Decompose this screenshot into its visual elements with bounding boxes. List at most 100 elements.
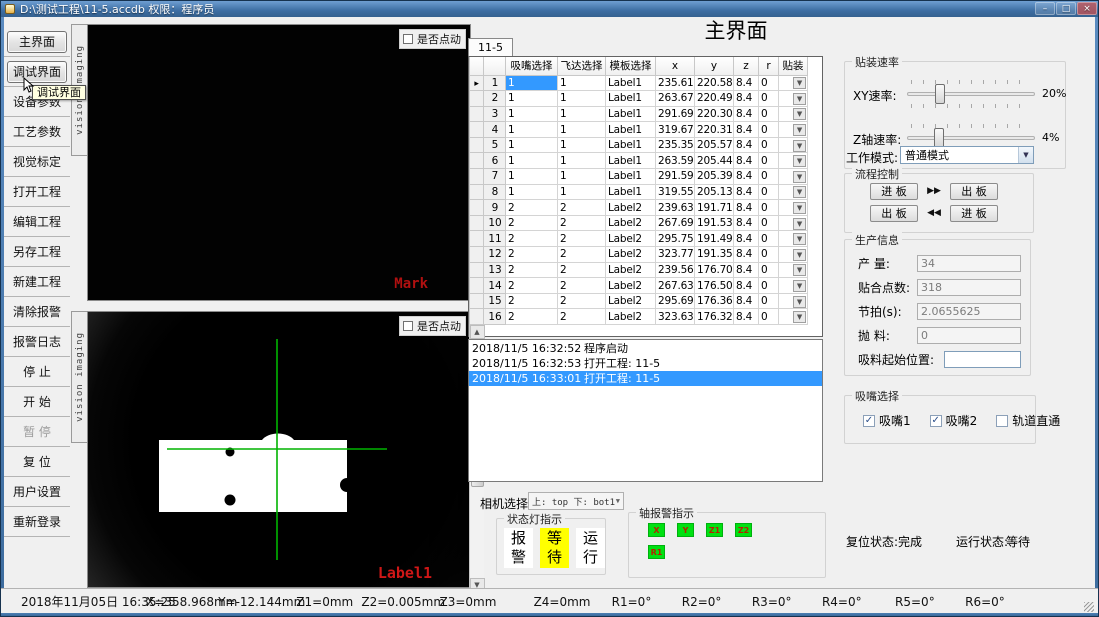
cell-r[interactable]: 0 [759, 122, 779, 138]
cell-r[interactable]: 0 [759, 309, 779, 325]
cell-z[interactable]: 8.4 [734, 75, 759, 91]
table-row[interactable]: 9 2 2 Label2 239.63 191.714 8.4 0 [470, 200, 808, 216]
paste-dropdown-icon[interactable] [793, 124, 806, 136]
sidebar-button[interactable]: 报警日志 [4, 327, 70, 357]
cell-x[interactable]: 239.566 [656, 262, 695, 278]
cell-z[interactable]: 8.4 [734, 122, 759, 138]
cell-r[interactable]: 0 [759, 200, 779, 216]
camera-view-top[interactable]: 是否点动 Mark [87, 24, 471, 301]
cell-r[interactable]: 0 [759, 247, 779, 263]
cell-y[interactable]: 176.506 [695, 278, 734, 294]
paste-dropdown-icon[interactable] [793, 202, 806, 214]
cell-nozzle[interactable]: 2 [506, 278, 558, 294]
sidebar-button[interactable]: 打开工程 [4, 177, 70, 207]
cell-y[interactable]: 220.302 [695, 106, 734, 122]
cell-y[interactable]: 220.314 [695, 122, 734, 138]
cell-nozzle[interactable]: 1 [506, 91, 558, 107]
checkbox-icon[interactable] [930, 415, 942, 427]
cell-template[interactable]: Label1 [606, 106, 656, 122]
cell-template[interactable]: Label1 [606, 91, 656, 107]
cell-x[interactable]: 295.758 [656, 231, 695, 247]
cell-y[interactable]: 191.714 [695, 200, 734, 216]
cell-x[interactable]: 323.774 [656, 247, 695, 263]
paste-dropdown-icon[interactable] [793, 233, 806, 245]
cell-y[interactable]: 220.498 [695, 91, 734, 107]
cell-template[interactable]: Label2 [606, 247, 656, 263]
cell-y[interactable]: 191.538 [695, 215, 734, 231]
cell-y[interactable]: 176.322 [695, 309, 734, 325]
cell-nozzle[interactable]: 2 [506, 200, 558, 216]
cell-z[interactable]: 8.4 [734, 293, 759, 309]
cell-feeder[interactable]: 1 [558, 153, 606, 169]
table-row[interactable]: 1 1 1 Label1 235.614 220.586 8.4 0 [470, 75, 808, 91]
cell-x[interactable]: 291.694 [656, 106, 695, 122]
sidebar-button[interactable]: 用户设置 [4, 477, 70, 507]
row-header[interactable] [470, 247, 484, 263]
cell-x[interactable]: 235.614 [656, 75, 695, 91]
cell-feeder[interactable]: 2 [558, 309, 606, 325]
cell-z[interactable]: 8.4 [734, 91, 759, 107]
cell-feeder[interactable]: 1 [558, 169, 606, 185]
sidebar-button[interactable]: 清除报警 [4, 297, 70, 327]
cell-nozzle[interactable]: 1 [506, 106, 558, 122]
cell-feeder[interactable]: 2 [558, 293, 606, 309]
cell-z[interactable]: 8.4 [734, 153, 759, 169]
col-z[interactable]: z [734, 57, 759, 75]
nozzle-checkbox[interactable]: 吸嘴2 [930, 412, 978, 429]
cell-r[interactable]: 0 [759, 278, 779, 294]
camera-view-bottom[interactable]: 是否点动 Label1 [87, 311, 471, 588]
paste-dropdown-icon[interactable] [793, 93, 806, 105]
col-r[interactable]: r [759, 57, 779, 75]
checkbox-icon[interactable] [403, 34, 413, 44]
row-header[interactable] [470, 169, 484, 185]
slider-thumb[interactable] [934, 128, 944, 148]
cell-template[interactable]: Label2 [606, 262, 656, 278]
cell-y[interactable]: 205.13 [695, 184, 734, 200]
cell-r[interactable]: 0 [759, 215, 779, 231]
cell-template[interactable]: Label1 [606, 184, 656, 200]
table-row[interactable]: 5 1 1 Label1 235.358 205.578 8.4 0 [470, 137, 808, 153]
cell-nozzle[interactable]: 1 [506, 75, 558, 91]
nozzle-checkbox[interactable]: 轨道直通 [996, 412, 1060, 429]
cell-template[interactable]: Label1 [606, 137, 656, 153]
cell-template[interactable]: Label1 [606, 169, 656, 185]
cell-feeder[interactable]: 1 [558, 75, 606, 91]
minimize-button[interactable]: – [1035, 2, 1055, 15]
cell-x[interactable]: 267.694 [656, 215, 695, 231]
paste-dropdown-icon[interactable] [793, 155, 806, 167]
cell-feeder[interactable]: 2 [558, 215, 606, 231]
cell-paste[interactable] [779, 231, 808, 247]
production-value-field[interactable] [944, 351, 1021, 368]
cell-paste[interactable] [779, 137, 808, 153]
table-row[interactable]: 16 2 2 Label2 323.63 176.322 8.4 0 [470, 309, 808, 325]
cell-r[interactable]: 0 [759, 153, 779, 169]
maximize-button[interactable]: □ [1056, 2, 1076, 15]
row-header[interactable] [470, 293, 484, 309]
cell-template[interactable]: Label1 [606, 153, 656, 169]
sidebar-button[interactable]: 复 位 [4, 447, 70, 477]
cell-paste[interactable] [779, 278, 808, 294]
cell-z[interactable]: 8.4 [734, 184, 759, 200]
scroll-up-icon[interactable]: ▲ [470, 325, 485, 339]
sidebar-button[interactable]: 暂 停 [4, 417, 70, 447]
cell-feeder[interactable]: 1 [558, 184, 606, 200]
cell-nozzle[interactable]: 2 [506, 309, 558, 325]
cell-x[interactable]: 263.598 [656, 153, 695, 169]
cell-z[interactable]: 8.4 [734, 231, 759, 247]
cell-nozzle[interactable]: 2 [506, 231, 558, 247]
sidebar-button[interactable]: 开 始 [4, 387, 70, 417]
board-in-button[interactable]: 进 板 [870, 183, 918, 200]
cell-y[interactable]: 176.362 [695, 293, 734, 309]
cell-feeder[interactable]: 2 [558, 278, 606, 294]
cell-template[interactable]: Label1 [606, 122, 656, 138]
cell-nozzle[interactable]: 1 [506, 137, 558, 153]
row-header[interactable] [470, 200, 484, 216]
table-row[interactable]: 15 2 2 Label2 295.694 176.362 8.4 0 [470, 293, 808, 309]
board-out-button[interactable]: 出 板 [950, 183, 998, 200]
cell-nozzle[interactable]: 2 [506, 262, 558, 278]
table-row[interactable]: 8 1 1 Label1 319.55 205.13 8.4 0 [470, 184, 808, 200]
sidebar-button[interactable]: 编辑工程 [4, 207, 70, 237]
cell-feeder[interactable]: 1 [558, 122, 606, 138]
cell-x[interactable]: 319.678 [656, 122, 695, 138]
cell-r[interactable]: 0 [759, 91, 779, 107]
